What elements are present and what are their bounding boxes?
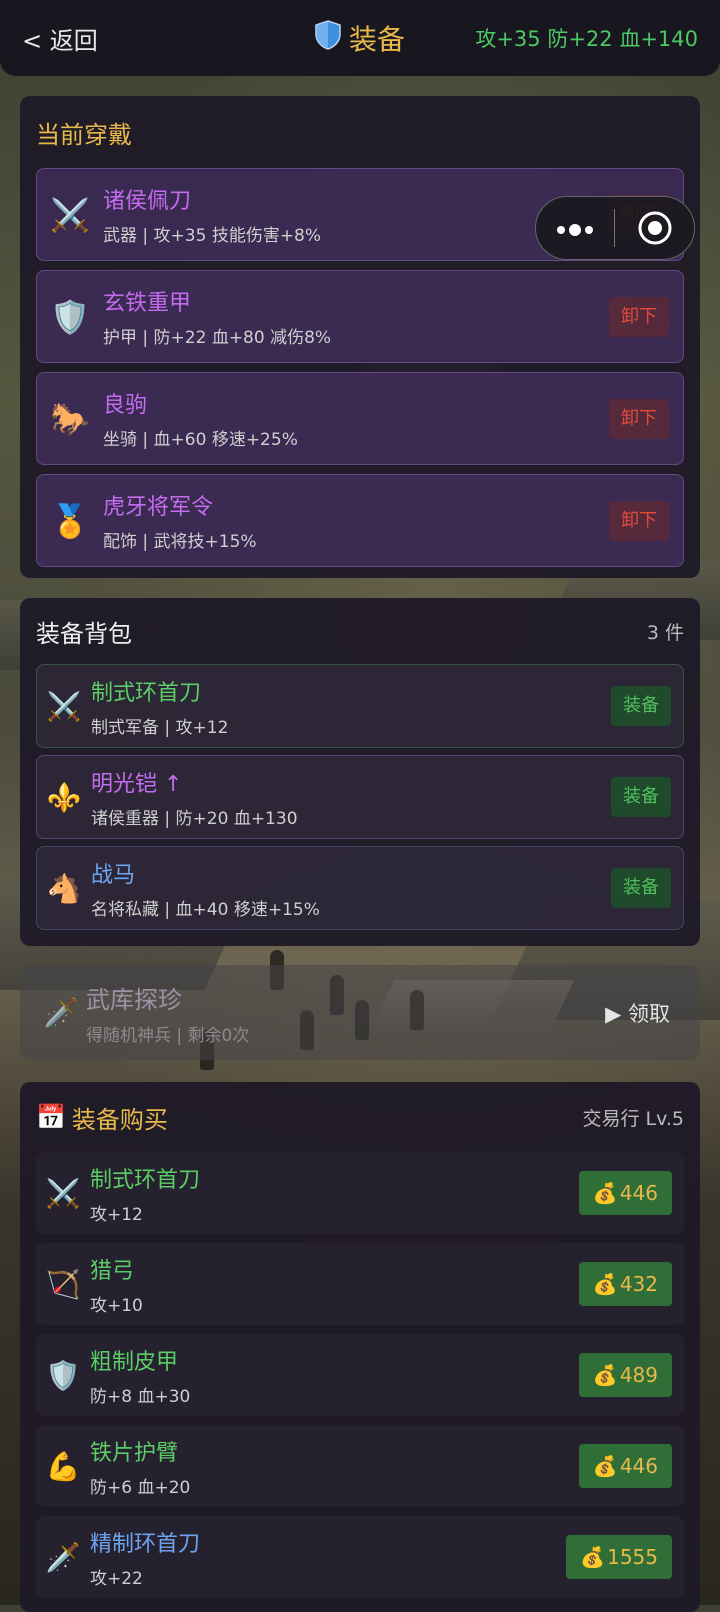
page-title-text: 装备 (348, 23, 406, 56)
item-name: 精制环首刀 (90, 1531, 201, 1557)
item-name: 粗制皮甲 (90, 1349, 179, 1375)
money-bag-icon: 💰 (580, 1545, 606, 1569)
dagger-icon: 🗡️ (43, 996, 79, 1029)
bag-item[interactable]: ⚔️ 制式环首刀 制式军备 | 攻+12 装备 (36, 664, 684, 748)
item-name: 明光铠 ↑ (91, 771, 183, 797)
item-desc: 护甲 | 防+22 血+80 减伤8% (103, 328, 332, 348)
price: 446 (619, 1181, 658, 1205)
shield-icon: 🛡️ (45, 1358, 81, 1392)
buy-button[interactable]: 💰 446 (578, 1444, 672, 1488)
equipped-item[interactable]: 🛡️ 玄铁重甲 护甲 | 防+22 血+80 减伤8% 卸下 (36, 270, 684, 363)
armguard-icon: 💪 (45, 1449, 81, 1483)
item-desc: 武器 | 攻+35 技能伤害+8% (103, 226, 322, 246)
equip-button[interactable]: 装备 (611, 777, 671, 817)
equipped-title: 当前穿戴 (36, 120, 132, 149)
item-desc: 防+8 血+30 (90, 1386, 191, 1407)
armory-card[interactable]: 🗡️ 武库探珍 得随机神兵 | 剩余0次 ▶ 领取 (20, 965, 700, 1060)
buy-button[interactable]: 💰 489 (578, 1353, 672, 1397)
item-name: 诸侯佩刀 (103, 189, 192, 214)
money-bag-icon: 💰 (592, 1454, 618, 1478)
price: 446 (619, 1454, 658, 1478)
item-name: 制式环首刀 (90, 1167, 201, 1193)
bag-count: 3 件 (646, 621, 684, 644)
medal-icon: 🏅 (50, 501, 90, 540)
bow-and-arrow-icon: 🏹 (45, 1267, 81, 1301)
armory-desc: 得随机神兵 | 剩余0次 (86, 1025, 250, 1046)
item-desc: 坐骑 | 血+60 移速+25% (103, 430, 298, 450)
item-name: 良驹 (103, 393, 148, 418)
item-desc: 攻+22 (90, 1568, 143, 1589)
item-name: 猎弓 (90, 1258, 135, 1284)
equipped-panel: 当前穿戴 ⚔️ 诸侯佩刀 武器 | 攻+35 技能伤害+8% 卸下 🛡️ 玄铁重… (20, 96, 700, 578)
money-bag-icon: 💰 (592, 1181, 618, 1205)
shield-icon: 🛡️ (50, 297, 90, 336)
shop-item: 🏹 猎弓 攻+10 💰 432 (36, 1243, 684, 1325)
equipped-item[interactable]: 🐎 良驹 坐骑 | 血+60 移速+25% 卸下 (36, 372, 684, 465)
more-menu-button[interactable] (536, 214, 614, 242)
bag-item[interactable]: 🐴 战马 名将私藏 | 血+40 移速+15% 装备 (36, 846, 684, 930)
equip-button[interactable]: 装备 (611, 686, 671, 726)
money-bag-icon: 💰 (592, 1272, 618, 1296)
item-desc: 配饰 | 武将技+15% (103, 532, 257, 552)
dagger-icon: 🗡️ (45, 1540, 81, 1574)
item-name: 战马 (91, 862, 136, 888)
item-desc: 攻+12 (90, 1204, 143, 1225)
top-bar: < 返回 装备 攻+35 防+22 血+140 (0, 0, 720, 76)
shop-panel: 📅 装备购买 交易行 Lv.5 ⚔️ 制式环首刀 攻+12 💰 446 🏹 猎弓 … (20, 1082, 700, 1612)
buy-button[interactable]: 💰 432 (578, 1262, 672, 1306)
buy-button[interactable]: 💰 446 (578, 1171, 672, 1215)
item-desc: 制式军备 | 攻+12 (91, 717, 229, 738)
unequip-button[interactable]: 卸下 (609, 296, 669, 337)
crossed-swords-icon: ⚔️ (45, 1176, 81, 1210)
item-name: 玄铁重甲 (103, 291, 192, 316)
item-name: 虎牙将军令 (103, 495, 214, 520)
bag-item[interactable]: ⚜️ 明光铠 ↑ 诸侯重器 | 防+20 血+130 装备 (36, 755, 684, 839)
unequip-button[interactable]: 卸下 (609, 500, 669, 541)
shop-title: 装备购买 (71, 1105, 168, 1134)
shop-item: ⚔️ 制式环首刀 攻+12 💰 446 (36, 1152, 684, 1234)
item-desc: 诸侯重器 | 防+20 血+130 (91, 808, 298, 829)
shop-item: 🗡️ 精制环首刀 攻+22 💰 1555 (36, 1516, 684, 1598)
calendar-icon: 📅 (36, 1103, 66, 1131)
shop-item: 💪 铁片护臂 防+6 血+20 💰 446 (36, 1425, 684, 1507)
equipped-item[interactable]: 🏅 虎牙将军令 配饰 | 武将技+15% 卸下 (36, 474, 684, 567)
shop-level: 交易行 Lv.5 (582, 1107, 684, 1130)
price: 1555 (607, 1545, 658, 1569)
shield-icon (315, 19, 341, 57)
page-title: 装备 (315, 18, 405, 58)
item-desc: 攻+10 (90, 1295, 143, 1316)
price: 489 (619, 1363, 658, 1387)
bag-title: 装备背包 (36, 619, 132, 648)
item-desc: 防+6 血+20 (90, 1477, 191, 1498)
claim-button[interactable]: ▶ 领取 (605, 998, 670, 1028)
horse-face-icon: 🐴 (46, 871, 82, 905)
unequip-button[interactable]: 卸下 (609, 398, 669, 439)
equip-button[interactable]: 装备 (611, 868, 671, 908)
close-miniprogram-button[interactable] (615, 210, 694, 246)
horse-icon: 🐎 (50, 399, 90, 438)
crossed-swords-icon: ⚔️ (50, 195, 90, 234)
bag-panel: 装备背包 3 件 ⚔️ 制式环首刀 制式军备 | 攻+12 装备 ⚜️ 明光铠 … (20, 598, 700, 946)
fleur-de-lis-icon: ⚜️ (46, 780, 82, 814)
miniprogram-capsule (535, 196, 695, 260)
item-name: 铁片护臂 (90, 1440, 179, 1466)
buy-button[interactable]: 💰 1555 (566, 1535, 672, 1579)
item-name: 制式环首刀 (91, 680, 202, 706)
back-button[interactable]: < 返回 (22, 21, 98, 56)
armory-title: 武库探珍 (86, 985, 182, 1014)
money-bag-icon: 💰 (592, 1363, 618, 1387)
crossed-swords-icon: ⚔️ (46, 689, 82, 723)
price: 432 (619, 1272, 658, 1296)
item-desc: 名将私藏 | 血+40 移速+15% (91, 899, 320, 920)
total-stats: 攻+35 防+22 血+140 (475, 27, 698, 51)
shop-item: 🛡️ 粗制皮甲 防+8 血+30 💰 489 (36, 1334, 684, 1416)
